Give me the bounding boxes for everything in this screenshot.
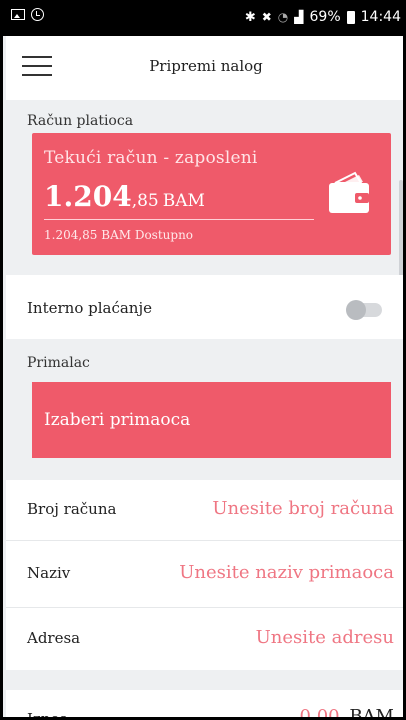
address-row[interactable]: Adresa Unesite adresu	[6, 608, 403, 670]
account-balance: 1.204,85 BAM	[44, 180, 205, 213]
clock-icon	[31, 8, 44, 21]
app-bar: Pripremi nalog	[6, 36, 403, 100]
battery-icon	[346, 10, 355, 24]
mute-icon: ✖	[261, 10, 272, 24]
internal-payment-label: Interno plaćanje	[27, 299, 152, 317]
image-icon	[11, 9, 25, 20]
address-label: Adresa	[27, 629, 81, 647]
account-number-label: Broj računa	[27, 500, 117, 518]
balance-currency: BAM	[162, 191, 205, 211]
amount-currency: BAM	[349, 706, 394, 720]
recipient-name-row[interactable]: Naziv Unesite naziv primaoca	[6, 541, 403, 607]
internal-payment-row: Interno plaćanje	[6, 275, 403, 339]
page-title: Pripremi nalog	[149, 57, 263, 75]
status-bar: ✱ ✖ ◔ ▟ 69% 14:44	[3, 0, 403, 36]
amount-row[interactable]: Iznos 0,00 BAM	[6, 690, 403, 720]
address-input[interactable]: Unesite adresu	[256, 627, 394, 648]
payer-account-card[interactable]: Tekući račun - zaposleni 1.204,85 BAM 1.2…	[32, 133, 391, 255]
account-number-input[interactable]: Unesite broj računa	[212, 498, 394, 519]
internal-payment-toggle[interactable]	[346, 300, 382, 320]
amount-field[interactable]: 0,00 BAM	[300, 706, 394, 720]
bluetooth-icon: ✱	[244, 9, 256, 25]
recipient-name-input[interactable]: Unesite naziv primaoca	[179, 562, 394, 583]
clock-time: 14:44	[360, 9, 401, 25]
balance-underline	[44, 219, 314, 220]
balance-integer: 1.204	[44, 180, 132, 213]
recipient-name-label: Naziv	[27, 564, 71, 582]
payer-section-label: Račun platioca	[27, 113, 134, 129]
account-number-row[interactable]: Broj računa Unesite broj računa	[6, 480, 403, 540]
amount-value[interactable]: 0,00	[300, 706, 340, 717]
wallet-icon	[329, 171, 369, 213]
wifi-icon: ◔	[277, 10, 289, 24]
balance-decimal: ,85	[131, 191, 159, 211]
battery-text: 69%	[309, 9, 341, 25]
recipient-section-label: Primalac	[27, 355, 90, 371]
amount-label: Iznos	[27, 710, 68, 720]
available-balance: 1.204,85 BAM Dostupno	[44, 228, 194, 242]
app-frame: ✱ ✖ ◔ ▟ 69% 14:44 Pripremi nalog Račun p…	[0, 0, 406, 720]
choose-recipient-button[interactable]: Izaberi primaoca	[32, 382, 391, 458]
signal-icon: ▟	[294, 10, 304, 24]
account-name: Tekući račun - zaposleni	[44, 148, 258, 168]
